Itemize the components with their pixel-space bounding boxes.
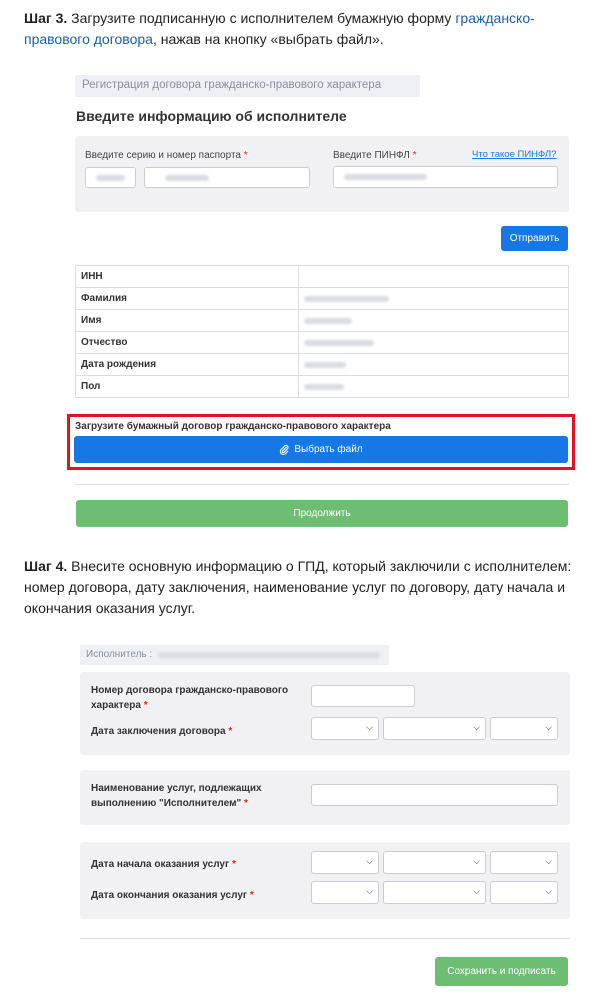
patronymic-key: Отчество (75, 331, 299, 354)
step3-text-end: , нажав на кнопку «выбрать файл». (152, 31, 384, 47)
submit-button[interactable]: Отправить (501, 226, 568, 251)
gender-value (298, 375, 569, 398)
pinfl-help-link[interactable]: Что такое ПИНФЛ? (472, 149, 556, 160)
start-date-label: Дата начала оказания услуг * (91, 859, 236, 870)
step3-instruction: Шаг 3. Загрузите подписанную с исполните… (24, 8, 594, 50)
inn-key: ИНН (75, 265, 299, 288)
table-row: Пол (75, 375, 569, 398)
start-year-select[interactable]: ⌵ (490, 851, 558, 874)
chevron-down-icon: ⌵ (366, 856, 373, 866)
upload-label: Загрузите бумажный договор гражданско-пр… (75, 421, 391, 432)
executor-info-table: ИНН Фамилия Имя Отчество Дата рождения П… (75, 265, 569, 398)
choose-file-label: Выбрать файл (294, 444, 363, 455)
name-key: Имя (75, 309, 299, 332)
table-row: ИНН (75, 265, 569, 288)
table-row: Дата рождения (75, 353, 569, 376)
surname-value (298, 287, 569, 310)
passport-series-input[interactable] (85, 167, 136, 188)
contract-month-select[interactable]: ⌵ (383, 717, 486, 740)
birthdate-key: Дата рождения (75, 353, 299, 376)
inn-value (298, 265, 569, 288)
patronymic-value (298, 331, 569, 354)
chevron-down-icon: ⌵ (366, 722, 373, 732)
contract-number-input[interactable] (311, 685, 415, 707)
table-row: Фамилия (75, 287, 569, 310)
service-dates-panel: Дата начала оказания услуг * ⌵ ⌵ ⌵ Дата … (80, 842, 570, 919)
step4-label: Шаг 4. (24, 558, 68, 574)
step3-label: Шаг 3. (24, 10, 68, 26)
contract-year-select[interactable]: ⌵ (490, 717, 558, 740)
chevron-down-icon: ⌵ (473, 856, 480, 866)
continue-button[interactable]: Продолжить (76, 500, 568, 527)
step4-text: Внесите основную информацию о ГПД, котор… (24, 558, 572, 616)
end-date-label: Дата окончания оказания услуг * (91, 890, 254, 901)
chevron-down-icon: ⌵ (473, 722, 480, 732)
passport-number-input[interactable] (144, 167, 310, 188)
divider (80, 938, 570, 939)
contract-number-label: Номер договора гражданско-правового хара… (91, 685, 289, 711)
end-month-select[interactable]: ⌵ (383, 881, 486, 904)
contract-day-select[interactable]: ⌵ (311, 717, 379, 740)
pinfl-label: Введите ПИНФЛ * (333, 150, 417, 161)
step3-text: Загрузите подписанную с исполнителем бум… (67, 10, 456, 26)
birthdate-value (298, 353, 569, 376)
chevron-down-icon: ⌵ (545, 886, 552, 896)
surname-key: Фамилия (75, 287, 299, 310)
start-day-select[interactable]: ⌵ (311, 851, 379, 874)
contract-date-label: Дата заключения договора * (91, 726, 233, 737)
executor-label: Исполнитель : (86, 649, 153, 660)
chevron-down-icon: ⌵ (545, 856, 552, 866)
divider (75, 484, 569, 485)
executor-bar: Исполнитель : (80, 645, 389, 665)
end-year-select[interactable]: ⌵ (490, 881, 558, 904)
services-panel: Наименование услуг, подлежащих выполнени… (80, 770, 570, 825)
step4-instruction: Шаг 4. Внесите основную информацию о ГПД… (24, 556, 596, 619)
passport-label: Введите серию и номер паспорта * (85, 150, 248, 161)
chevron-down-icon: ⌵ (545, 722, 552, 732)
save-and-sign-button[interactable]: Сохранить и подписать (435, 957, 568, 986)
table-row: Отчество (75, 331, 569, 354)
executor-input-panel: Введите серию и номер паспорта * Введите… (75, 136, 569, 212)
registration-header-bar: Регистрация договора гражданско-правовог… (75, 75, 420, 97)
paperclip-icon (279, 444, 289, 455)
choose-file-button[interactable]: Выбрать файл (74, 436, 568, 463)
contract-panel: Номер договора гражданско-правового хара… (80, 672, 570, 755)
executor-info-title: Введите информацию об исполнителе (76, 108, 347, 124)
start-month-select[interactable]: ⌵ (383, 851, 486, 874)
chevron-down-icon: ⌵ (366, 886, 373, 896)
table-row: Имя (75, 309, 569, 332)
pinfl-input[interactable] (333, 166, 558, 188)
end-day-select[interactable]: ⌵ (311, 881, 379, 904)
name-value (298, 309, 569, 332)
gender-key: Пол (75, 375, 299, 398)
registration-header: Регистрация договора гражданско-правовог… (82, 79, 382, 91)
chevron-down-icon: ⌵ (473, 886, 480, 896)
services-label: Наименование услуг, подлежащих выполнени… (91, 783, 262, 809)
services-input[interactable] (311, 784, 558, 806)
